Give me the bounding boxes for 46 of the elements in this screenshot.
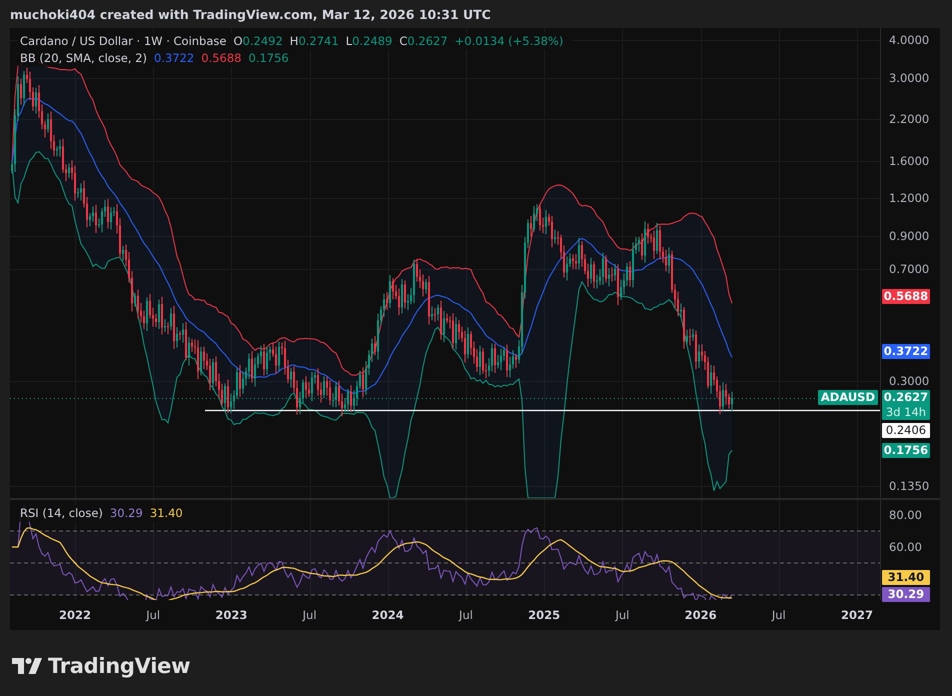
logo-text: TradingView bbox=[48, 654, 190, 678]
time-label: Jul bbox=[302, 608, 317, 622]
price-label: 0.5688 bbox=[882, 288, 930, 304]
indicator-value: 31.40 bbox=[150, 506, 183, 520]
countdown-text: 3d 14h bbox=[884, 405, 928, 420]
time-label: 2024 bbox=[372, 608, 404, 622]
time-label: 2023 bbox=[215, 608, 248, 622]
time-label: 2022 bbox=[59, 608, 91, 622]
price-tick: 0.9000 bbox=[889, 229, 930, 244]
time-label: 2025 bbox=[528, 608, 560, 622]
indicator-value: 0.3722 bbox=[154, 51, 194, 65]
price-label: 0.1756 bbox=[882, 443, 930, 458]
rsi-tick: 80.00 bbox=[889, 508, 922, 522]
ohlc-reading: C0.2627 bbox=[399, 34, 448, 48]
price-label: 0.2406 bbox=[882, 423, 930, 438]
indicator-value: 0.1756 bbox=[248, 51, 289, 65]
price-tick: 4.0000 bbox=[889, 33, 930, 47]
ohlc-reading: H0.2741 bbox=[290, 34, 339, 48]
price-tick: 0.7000 bbox=[889, 262, 930, 276]
indicator-value: 0.5688 bbox=[201, 51, 242, 65]
time-label: 2027 bbox=[841, 608, 873, 622]
symbol-tag: ADAUSD bbox=[818, 390, 878, 406]
header-text: muchoki404 created with TradingView.com, Mar 12, 2026 10:31 UTC bbox=[10, 7, 491, 22]
ohlc-reading: L0.2489 bbox=[346, 34, 392, 48]
indicator-value: 30.29 bbox=[110, 506, 143, 520]
price-tick: 1.6000 bbox=[889, 154, 930, 168]
time-label: Jul bbox=[615, 608, 630, 622]
rsi-value-label: 30.29 bbox=[882, 586, 930, 602]
symbol-title: Cardano / US Dollar · 1W · Coinbase bbox=[20, 34, 226, 48]
rsi-tick: 60.00 bbox=[889, 540, 922, 554]
price-tick: 3.0000 bbox=[889, 70, 930, 85]
change-value: +0.0134 (+5.38%) bbox=[454, 34, 564, 48]
indicator-label: BB (20, SMA, close, 2) bbox=[20, 51, 147, 65]
price-value: 0.2627 bbox=[882, 390, 930, 406]
price-tick: 0.3000 bbox=[889, 374, 930, 388]
time-label: Jul bbox=[772, 608, 786, 622]
ohlc-reading: O0.2492 bbox=[233, 34, 283, 48]
price-label: 0.3722 bbox=[882, 344, 930, 360]
rsi-value-label: 31.40 bbox=[882, 570, 930, 585]
time-label: Jul bbox=[146, 608, 160, 622]
price-tick: 0.1350 bbox=[889, 478, 930, 493]
time-label: Jul bbox=[459, 608, 473, 622]
price-tick: 1.2000 bbox=[889, 191, 930, 206]
time-label: 2026 bbox=[684, 608, 717, 622]
indicator-label: RSI (14, close) bbox=[20, 506, 103, 520]
price-tick: 2.2000 bbox=[889, 112, 930, 126]
